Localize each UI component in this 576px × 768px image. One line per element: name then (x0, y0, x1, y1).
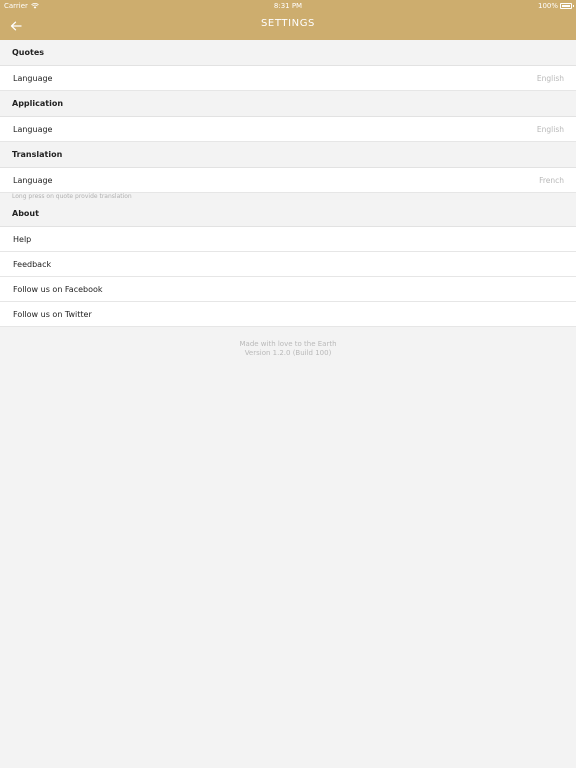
section-header-quotes: Quotes (0, 40, 576, 66)
settings-list: Quotes Language English Application Lang… (0, 40, 576, 327)
row-value: English (536, 124, 564, 134)
row-label: Follow us on Twitter (13, 309, 92, 319)
row-label: Follow us on Facebook (13, 284, 103, 294)
battery-icon (560, 3, 574, 9)
app-footer: Made with love to the Earth Version 1.2.… (0, 340, 576, 358)
status-bar: Carrier 8:31 PM 100% (0, 0, 576, 12)
top-bar: Carrier 8:31 PM 100% SETTINGS (0, 0, 576, 40)
row-label: Language (13, 124, 53, 134)
section-header-application: Application (0, 91, 576, 117)
quotes-language-row[interactable]: Language English (0, 66, 576, 91)
help-row[interactable]: Help (0, 227, 576, 252)
row-label: Language (13, 73, 53, 83)
section-header-translation: Translation (0, 142, 576, 168)
translation-language-row[interactable]: Language French (0, 168, 576, 193)
footer-version: Version 1.2.0 (Build 100) (244, 349, 332, 357)
translation-hint: Long press on quote provide translation (0, 193, 576, 201)
application-language-row[interactable]: Language English (0, 117, 576, 142)
facebook-row[interactable]: Follow us on Facebook (0, 277, 576, 302)
section-header-about: About (0, 201, 576, 227)
row-value: English (536, 73, 564, 83)
page-title: SETTINGS (260, 18, 316, 29)
row-value: French (539, 175, 564, 185)
footer-tagline: Made with love to the Earth (239, 340, 337, 348)
status-time: 8:31 PM (273, 2, 303, 10)
row-label: Help (13, 234, 32, 244)
navigation-bar: SETTINGS (0, 12, 576, 40)
row-label: Language (13, 175, 53, 185)
feedback-row[interactable]: Feedback (0, 252, 576, 277)
battery-indicator: 100% (537, 2, 574, 10)
twitter-row[interactable]: Follow us on Twitter (0, 302, 576, 327)
row-label: Feedback (13, 259, 52, 269)
battery-percent: 100% (537, 2, 558, 10)
